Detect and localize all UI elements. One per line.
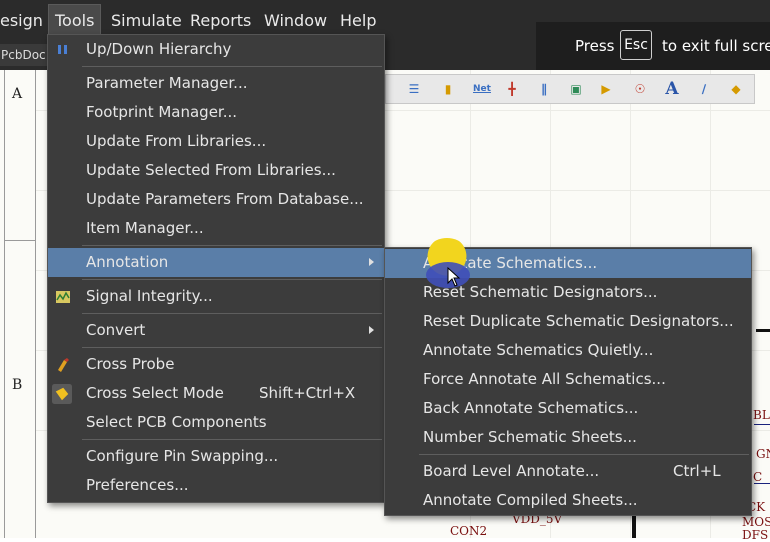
- cross-select-icon: [52, 384, 72, 404]
- netlabel-icon[interactable]: Net: [472, 81, 492, 97]
- menu-simulate[interactable]: Simulate: [111, 11, 182, 31]
- hierarchy-icon: [58, 45, 67, 54]
- menu-item-select-pcb-components[interactable]: Select PCB Components: [48, 408, 384, 437]
- fullscreen-banner: Press Esc to exit full scree: [536, 22, 770, 70]
- net-label: GN: [756, 447, 770, 461]
- part-icon[interactable]: ▮: [440, 81, 456, 97]
- bus-icon[interactable]: ∥: [536, 81, 552, 97]
- signal-integrity-icon: [56, 291, 70, 303]
- submenu-arrow-icon: [369, 258, 374, 266]
- menu-item-signal-integrity[interactable]: Signal Integrity...: [48, 282, 384, 311]
- menu-item-convert[interactable]: Convert: [48, 316, 384, 345]
- submenu-arrow-icon: [369, 326, 374, 334]
- menu-item-back-annotate-schematics[interactable]: Back Annotate Schematics...: [385, 394, 751, 423]
- tools-menu: Up/Down Hierarchy Parameter Manager... F…: [47, 34, 385, 503]
- menu-tools[interactable]: Tools: [48, 4, 102, 36]
- mouse-pointer-icon: [447, 267, 461, 287]
- component-designator: CON2: [450, 524, 488, 538]
- menu-item-number-schematic-sheets[interactable]: Number Schematic Sheets...: [385, 423, 751, 452]
- net-label: MOS: [742, 515, 770, 529]
- menu-item-update-selected-from-libraries[interactable]: Update Selected From Libraries...: [48, 156, 384, 185]
- document-tab[interactable]: PcbDoc: [0, 44, 54, 66]
- menu-item-update-from-libraries[interactable]: Update From Libraries...: [48, 127, 384, 156]
- wire-stub: [756, 329, 770, 332]
- banner-text: Press: [575, 37, 615, 55]
- line-icon[interactable]: ∕: [696, 81, 712, 97]
- menu-item-annotate-schematics-quietly[interactable]: Annotate Schematics Quietly...: [385, 336, 751, 365]
- menu-item-cross-probe[interactable]: Cross Probe: [48, 350, 384, 379]
- menu-reports[interactable]: Reports: [190, 11, 251, 31]
- menu-item-cross-select-mode[interactable]: Cross Select Mode Shift+Ctrl+X: [48, 379, 384, 408]
- menu-separator: [419, 454, 749, 455]
- net-label: C: [753, 470, 763, 484]
- cross-probe-icon: [58, 358, 69, 372]
- menu-item-board-level-annotate[interactable]: Board Level Annotate... Ctrl+L: [385, 457, 751, 486]
- menu-item-preferences[interactable]: Preferences...: [48, 471, 384, 500]
- menu-item-reset-duplicate-schematic-designators[interactable]: Reset Duplicate Schematic Designators...: [385, 307, 751, 336]
- menu-window[interactable]: Window: [264, 11, 327, 31]
- net-label: DFS: [742, 528, 769, 542]
- zone-label-b: B: [12, 377, 23, 393]
- net-label: BL: [753, 408, 770, 422]
- menu-item-footprint-manager[interactable]: Footprint Manager...: [48, 98, 384, 127]
- menu-item-annotation[interactable]: Annotation: [48, 248, 384, 277]
- menu-separator: [82, 66, 382, 67]
- menu-item-parameter-manager[interactable]: Parameter Manager...: [48, 69, 384, 98]
- port-icon[interactable]: ▶: [598, 81, 614, 97]
- menu-item-update-parameters-from-database[interactable]: Update Parameters From Database...: [48, 185, 384, 214]
- menu-separator: [82, 439, 382, 440]
- menu-separator: [82, 347, 382, 348]
- menu-item-annotate-compiled-sheets[interactable]: Annotate Compiled Sheets...: [385, 486, 751, 515]
- sheet-frame-border: [0, 70, 36, 538]
- power-port-icon[interactable]: ╋: [504, 81, 520, 97]
- align-icon[interactable]: ☰: [406, 81, 422, 97]
- menu-separator: [82, 313, 382, 314]
- banner-text: to exit full scree: [662, 37, 770, 55]
- sheet-zone-divider: [4, 240, 36, 241]
- menu-item-configure-pin-swapping[interactable]: Configure Pin Swapping...: [48, 442, 384, 471]
- menu-help[interactable]: Help: [340, 11, 376, 31]
- menu-item-up-down-hierarchy[interactable]: Up/Down Hierarchy: [48, 35, 384, 64]
- menu-item-item-manager[interactable]: Item Manager...: [48, 214, 384, 243]
- schematic-toolbar: ☰ ▮ Net ╋ ∥ ▣ ▶ ☉ A ∕ ◆: [385, 74, 755, 104]
- menu-separator: [82, 279, 382, 280]
- menu-separator: [82, 245, 382, 246]
- menu-design[interactable]: esign: [0, 11, 43, 31]
- zone-label-a: A: [12, 86, 23, 102]
- probe-icon[interactable]: ☉: [632, 81, 648, 97]
- sheet-frame-line: [4, 70, 5, 538]
- menu-item-force-annotate-all-schematics[interactable]: Force Annotate All Schematics...: [385, 365, 751, 394]
- text-icon[interactable]: A: [664, 79, 680, 99]
- component-icon[interactable]: ▣: [568, 81, 584, 97]
- junction-icon[interactable]: ◆: [728, 81, 744, 97]
- esc-key-badge: Esc: [620, 30, 652, 60]
- wire: [754, 424, 770, 425]
